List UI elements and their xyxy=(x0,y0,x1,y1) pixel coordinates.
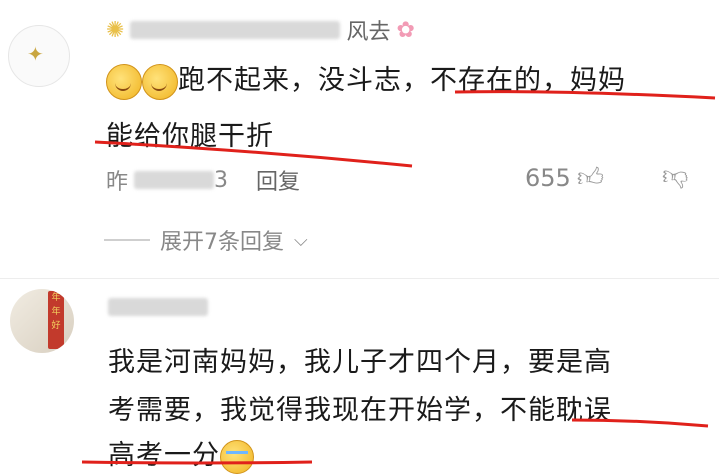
thumbs-down-icon[interactable]: 👎︎ xyxy=(662,160,688,191)
chevron-down-icon: ⌵ xyxy=(294,229,308,251)
laugh-cry-emoji-icon xyxy=(220,439,254,474)
blurred-username xyxy=(108,298,208,316)
avatar[interactable]: 年 年 好 xyxy=(10,289,74,353)
couplet-image: 年 年 好 xyxy=(48,291,64,349)
sparkle-icon: ✺ xyxy=(106,17,125,43)
comment-text-line: 能给你腿干折 xyxy=(106,121,274,152)
comment-username[interactable] xyxy=(108,298,208,316)
username-tail: 风去 xyxy=(346,20,391,45)
flower-icon: ✿ xyxy=(396,17,415,43)
blurred-username xyxy=(130,21,341,39)
comment-username[interactable]: ✺ 风去 ✿ xyxy=(106,14,415,46)
avatar-char: 年 xyxy=(51,307,61,317)
comment-text-line: 我是河南妈妈，我儿子才四个月，要是高 xyxy=(108,347,612,378)
comment-divider xyxy=(0,278,719,279)
time-prefix: 昨 xyxy=(106,170,129,195)
reply-button[interactable]: 回复 xyxy=(256,164,300,196)
thumbs-up-icon: 👍︎ xyxy=(576,163,604,193)
smirk-emoji-icon xyxy=(106,63,142,100)
time-tail: 3 xyxy=(214,167,229,193)
expand-replies[interactable]: 展开7条回复 ⌵ xyxy=(104,224,308,256)
comment-text-line: 考需要，我觉得我现在开始学，不能耽误 xyxy=(108,395,612,426)
divider-dash xyxy=(104,239,150,241)
comment-meta: 昨 3 回复 xyxy=(106,164,300,196)
comment-text: 高考一分 xyxy=(108,433,254,474)
smirk-emoji-icon xyxy=(142,63,178,100)
comment-text-line: 跑不起来，没斗志，不存在的，妈妈 xyxy=(178,65,626,96)
expand-replies-label: 展开7条回复 xyxy=(160,230,284,255)
comment-text-line: 高考一分 xyxy=(108,440,220,471)
blurred-time xyxy=(134,171,215,189)
avatar-char: 年 xyxy=(51,293,61,303)
avatar-char: 好 xyxy=(51,321,61,331)
like-button[interactable]: 655 👍︎ xyxy=(525,162,604,193)
like-count: 655 xyxy=(525,163,571,192)
avatar[interactable]: ✦ xyxy=(8,25,70,87)
sparkle-icon: ✦ xyxy=(27,42,44,66)
comment-text: 跑不起来，没斗志，不存在的，妈妈 xyxy=(106,58,626,100)
